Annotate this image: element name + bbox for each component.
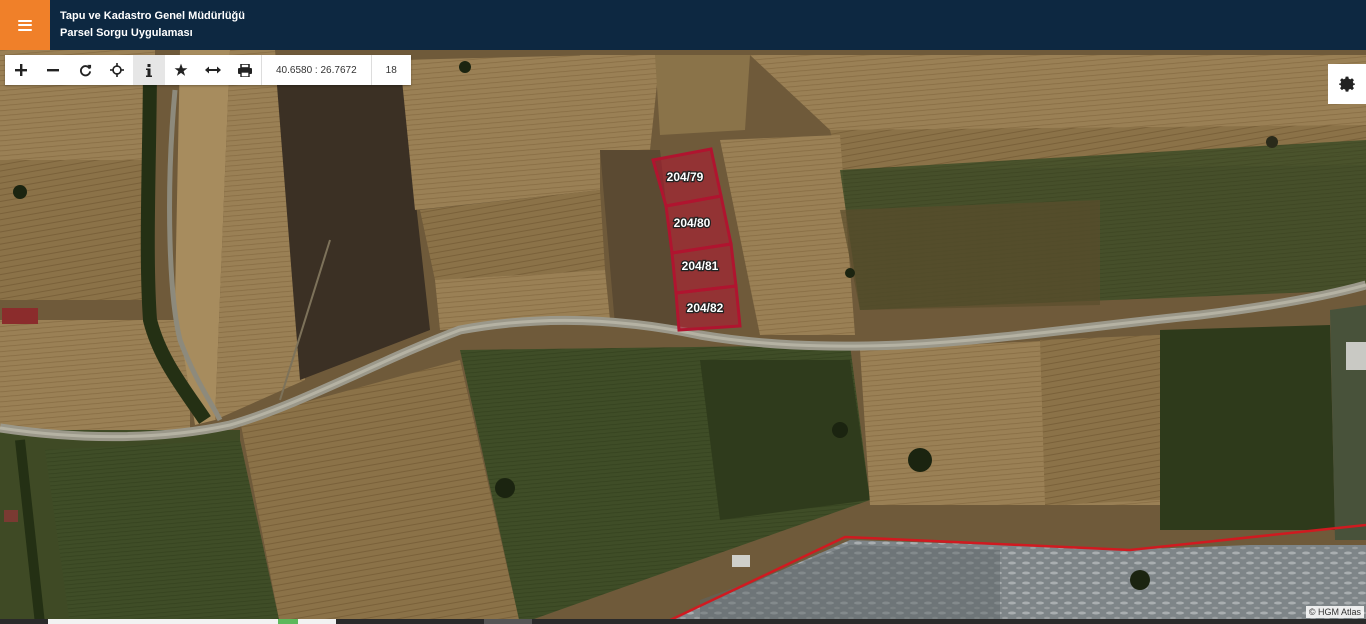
print-button[interactable]: [229, 55, 261, 85]
measure-icon: [205, 66, 221, 74]
parcel-label-4[interactable]: 204/82: [685, 300, 725, 317]
star-icon: [174, 63, 188, 76]
print-icon: [238, 63, 252, 77]
refresh-icon: [79, 64, 91, 76]
plus-icon: [15, 64, 27, 76]
map-attribution[interactable]: © HGM Atlas: [1305, 606, 1364, 618]
coordinate-readout: 40.6580 : 26.7672: [261, 55, 371, 85]
refresh-button[interactable]: [69, 55, 101, 85]
bottom-bar: [0, 619, 1366, 624]
app-title-line1: Tapu ve Kadastro Genel Müdürlüğü: [60, 10, 245, 22]
hamburger-icon: [18, 19, 32, 31]
app-title-line2: Parsel Sorgu Uygulaması: [60, 27, 193, 39]
gear-icon: [1339, 76, 1355, 92]
info-button[interactable]: [133, 55, 165, 85]
app-title: Tapu ve Kadastro Genel Müdürlüğü Parsel …: [60, 8, 245, 42]
map-toolbar: 40.6580 : 26.7672 18: [5, 55, 411, 85]
locate-button[interactable]: [101, 55, 133, 85]
map-view[interactable]: 204/79 204/80 204/81 204/82: [0, 50, 1366, 624]
parcel-label-1[interactable]: 204/79: [665, 169, 705, 186]
app-header: Tapu ve Kadastro Genel Müdürlüğü Parsel …: [0, 0, 1366, 50]
measure-button[interactable]: [197, 55, 229, 85]
parcel-label-2[interactable]: 204/80: [672, 215, 712, 232]
minus-icon: [47, 69, 59, 72]
info-icon: [146, 63, 152, 77]
settings-button[interactable]: [1328, 64, 1366, 104]
zoom-out-button[interactable]: [37, 55, 69, 85]
crosshair-icon: [110, 63, 124, 77]
favorite-button[interactable]: [165, 55, 197, 85]
zoom-in-button[interactable]: [5, 55, 37, 85]
menu-button[interactable]: [0, 0, 50, 50]
zoom-level-readout: 18: [370, 55, 411, 85]
parcel-label-3[interactable]: 204/81: [680, 258, 720, 275]
